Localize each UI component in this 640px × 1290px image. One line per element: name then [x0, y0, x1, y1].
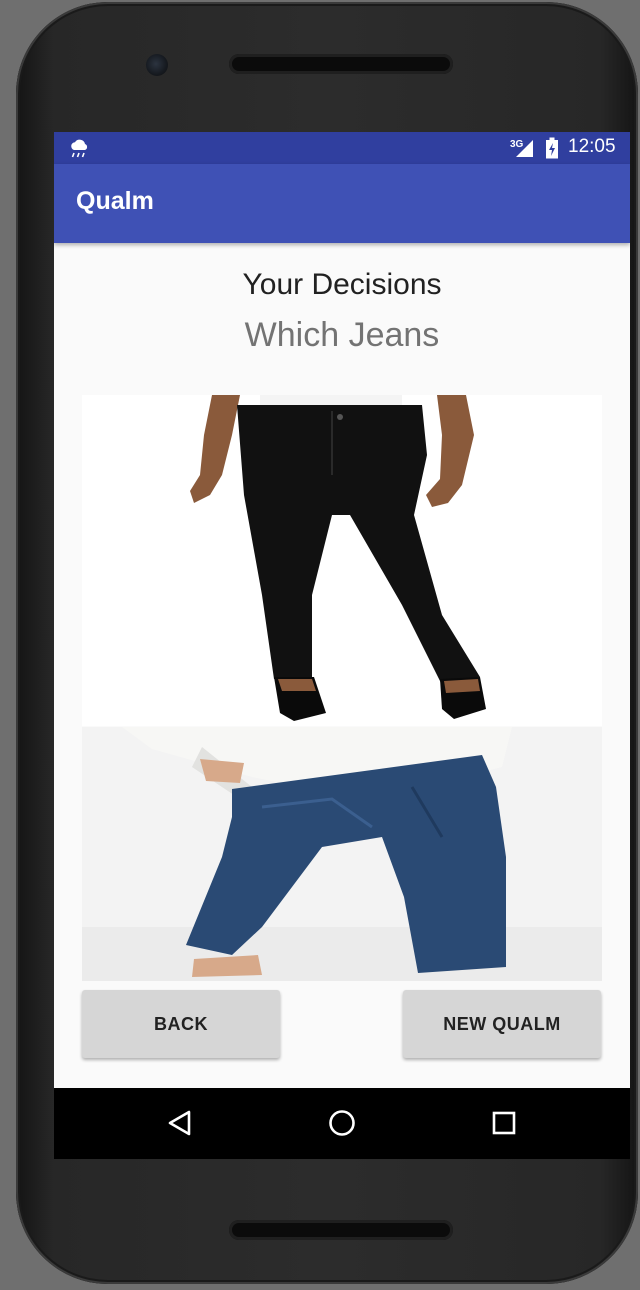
app-bar: Qualm: [54, 164, 630, 243]
black-jeans-option[interactable]: [82, 395, 602, 726]
qualm-question: Which Jeans: [244, 316, 440, 354]
system-navigation-bar: [54, 1088, 630, 1159]
earpiece-speaker: [229, 54, 453, 74]
back-triangle-icon[interactable]: [165, 1108, 195, 1138]
status-bar: 3G 12:05: [54, 132, 630, 164]
black-jeans-image: [82, 395, 602, 726]
device-screen: 3G 12:05 Qualm Your Decisions Which Jean…: [54, 132, 630, 1159]
app-title: Qualm: [76, 187, 154, 215]
blue-jeans-option[interactable]: [82, 727, 602, 981]
back-button[interactable]: BACK: [82, 990, 280, 1058]
decisions-heading: Your Decisions: [242, 268, 442, 301]
bottom-speaker: [229, 1220, 453, 1240]
cellular-signal-icon: 3G: [510, 139, 533, 157]
phone-frame: 3G 12:05 Qualm Your Decisions Which Jean…: [16, 2, 638, 1284]
weather-rain-icon: [71, 139, 88, 158]
status-clock: 12:05: [568, 136, 616, 157]
home-circle-icon[interactable]: [327, 1108, 357, 1138]
new-qualm-button[interactable]: NEW QUALM: [403, 990, 601, 1058]
network-type-label: 3G: [510, 139, 524, 150]
blue-jeans-image: [82, 727, 602, 981]
battery-charging-icon: [546, 137, 558, 159]
front-camera: [146, 54, 168, 76]
recents-square-icon[interactable]: [489, 1108, 519, 1138]
